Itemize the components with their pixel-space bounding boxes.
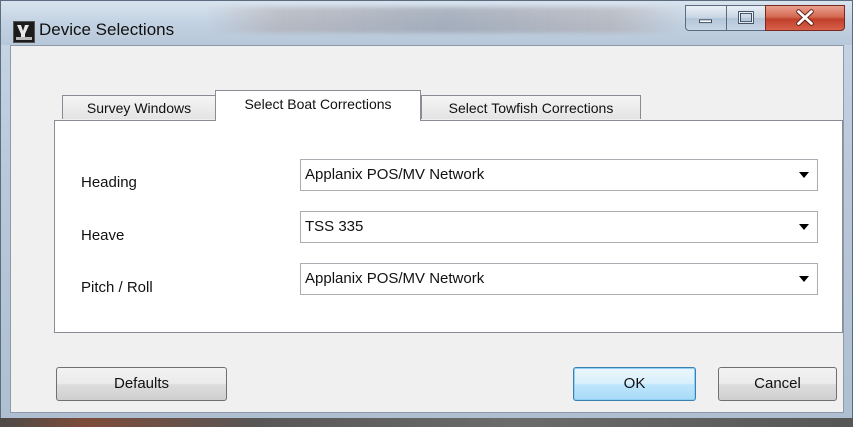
pitch-roll-value: Applanix POS/MV Network	[305, 270, 485, 287]
minimize-icon	[699, 19, 712, 24]
app-icon[interactable]	[13, 21, 35, 43]
chevron-down-icon[interactable]	[799, 224, 809, 230]
heading-dropdown[interactable]: Applanix POS/MV Network	[300, 159, 818, 191]
heading-value: Applanix POS/MV Network	[305, 166, 485, 183]
close-button[interactable]	[765, 5, 845, 31]
pitch-roll-label: Pitch / Roll	[81, 279, 153, 296]
dialog-client-area: Survey Windows Select Boat Corrections S…	[10, 45, 844, 413]
window-title: Device Selections	[39, 20, 175, 39]
close-icon	[796, 9, 814, 26]
chevron-down-icon[interactable]	[799, 172, 809, 178]
tab-panel-boat-corrections: Heading Applanix POS/MV Network Heave TS…	[54, 120, 843, 333]
defaults-button[interactable]: Defaults	[56, 367, 227, 401]
maximize-icon	[738, 11, 754, 24]
chevron-down-icon[interactable]	[799, 276, 809, 282]
heave-label: Heave	[81, 227, 125, 244]
tab-select-boat-corrections[interactable]: Select Boat Corrections	[215, 90, 421, 121]
heading-label: Heading	[81, 174, 137, 191]
title-bar-background	[206, 7, 686, 33]
tab-select-towfish-corrections[interactable]: Select Towfish Corrections	[421, 95, 641, 119]
ok-button[interactable]: OK	[573, 367, 696, 401]
heave-value: TSS 335	[305, 218, 364, 235]
heave-dropdown[interactable]: TSS 335	[300, 211, 818, 243]
cancel-button[interactable]: Cancel	[718, 367, 837, 401]
tab-survey-windows[interactable]: Survey Windows	[62, 95, 216, 119]
maximize-button[interactable]	[726, 5, 766, 31]
desktop-background	[0, 418, 853, 427]
pitch-roll-dropdown[interactable]: Applanix POS/MV Network	[300, 263, 818, 295]
title-bar[interactable]: Device Selections	[1, 1, 852, 45]
dialog-window: Device Selections Survey Windows Select …	[0, 0, 853, 420]
minimize-button[interactable]	[685, 5, 727, 31]
